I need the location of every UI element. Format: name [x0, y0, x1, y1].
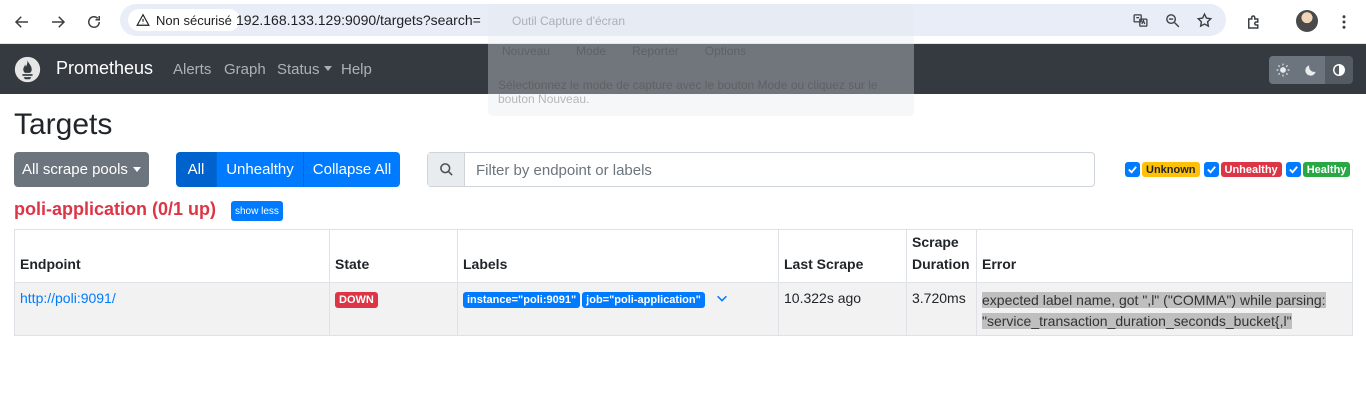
col-scrape-duration: Scrape Duration — [906, 229, 977, 283]
arrow-right-icon — [52, 16, 66, 28]
healthy-badge: Healthy — [1302, 162, 1351, 177]
overlay-title: Outil Capture d'écran — [512, 14, 626, 28]
unhealthy-badge: Unhealthy — [1220, 162, 1282, 177]
show-less-button[interactable]: show less — [231, 201, 283, 221]
error-text-line2: "service_transaction_duration_seconds_bu… — [982, 313, 1292, 329]
page-title: Targets — [14, 108, 113, 141]
caret-down-icon — [323, 66, 332, 71]
error-cell: expected label name, got ",l" ("COMMA") … — [976, 282, 1353, 336]
col-last-scrape: Last Scrape — [778, 229, 907, 283]
endpoint-cell: http://poli:9091/ — [14, 282, 330, 336]
theme-dark-button[interactable] — [1297, 56, 1325, 84]
label-badge-job: job="poli-application" — [582, 292, 705, 308]
overlay-tool-options: Options — [704, 44, 747, 58]
menu-button[interactable] — [1330, 8, 1358, 36]
nav-status-label: Status — [277, 61, 320, 78]
col-endpoint: Endpoint — [14, 229, 330, 283]
contrast-icon — [1333, 64, 1345, 76]
col-state: State — [329, 229, 458, 283]
nav-graph[interactable]: Graph — [224, 61, 266, 78]
targets-table: Endpoint State Labels Last Scrape Scrape… — [14, 229, 1353, 336]
search-addon — [428, 153, 465, 186]
forward-button[interactable] — [44, 8, 72, 36]
check-icon — [1206, 166, 1216, 174]
chevron-down-icon[interactable] — [715, 291, 729, 308]
scrape-pools-label: All scrape pools — [22, 161, 128, 178]
arrow-left-icon — [14, 16, 28, 28]
capture-tool-overlay: Outil Capture d'écran Nouveau Mode Repor… — [488, 4, 914, 116]
overlay-toolbar: Nouveau Mode Reporter Options — [502, 44, 746, 58]
reload-icon — [88, 16, 100, 28]
brand-title[interactable]: Prometheus — [56, 58, 153, 79]
extensions-button[interactable] — [1240, 8, 1268, 36]
target-filter-group: All Unhealthy Collapse All — [176, 152, 400, 187]
unknown-badge: Unknown — [1142, 162, 1200, 177]
table-header-row: Endpoint State Labels Last Scrape Scrape… — [14, 229, 1353, 283]
col-scrape-duration-line1: Scrape — [912, 234, 959, 250]
moon-icon — [1305, 65, 1316, 76]
labels-cell: instance="poli:9091" job="poli-applicatio… — [457, 282, 779, 336]
security-chip[interactable]: Non sécurisé — [128, 9, 240, 31]
warning-icon — [136, 13, 150, 26]
theme-toggle-group — [1269, 56, 1353, 84]
translate-button[interactable] — [1130, 10, 1150, 30]
overlay-tool-new: Nouveau — [502, 44, 551, 58]
caret-down-icon — [132, 167, 141, 172]
zoom-button[interactable] — [1162, 10, 1182, 30]
state-badge: DOWN — [335, 292, 378, 308]
error-text-line1: expected label name, got ",l" ("COMMA") … — [982, 292, 1326, 308]
pool-title[interactable]: poli-application (0/1 up) — [14, 199, 216, 220]
label-badge-instance: instance="poli:9091" — [463, 292, 581, 308]
unhealthy-checkbox[interactable] — [1203, 162, 1219, 177]
overlay-hint: Sélectionnez le mode de capture avec le … — [498, 78, 878, 106]
security-label: Non sécurisé — [156, 12, 232, 28]
scrape-duration-cell: 3.720ms — [906, 282, 977, 336]
overlay-tool-mode: Mode — [576, 44, 607, 58]
scrape-pools-dropdown[interactable]: All scrape pools — [14, 152, 149, 187]
endpoint-link[interactable]: http://poli:9091/ — [20, 290, 116, 306]
back-button[interactable] — [8, 8, 36, 36]
more-vertical-icon — [1342, 15, 1346, 29]
profile-avatar[interactable] — [1296, 10, 1318, 32]
search-input[interactable]: Filter by endpoint or labels — [476, 162, 652, 179]
health-filter-group: Unknown Unhealthy Healthy — [1125, 162, 1352, 177]
puzzle-icon — [1248, 15, 1259, 29]
sun-icon — [1276, 63, 1290, 77]
theme-light-button[interactable] — [1269, 56, 1297, 84]
reload-button[interactable] — [80, 8, 108, 36]
healthy-checkbox[interactable] — [1285, 162, 1301, 177]
state-cell: DOWN — [329, 282, 458, 336]
search-field: Filter by endpoint or labels — [427, 152, 1095, 187]
nav-status[interactable]: Status — [277, 61, 332, 78]
collapse-all-button[interactable]: Collapse All — [303, 152, 400, 187]
filter-unhealthy-button[interactable]: Unhealthy — [216, 152, 303, 187]
filter-all-button[interactable]: All — [176, 152, 216, 187]
overlay-tool-delay: Reporter — [632, 44, 679, 58]
translate-icon — [1132, 13, 1148, 27]
check-icon — [1288, 166, 1298, 174]
col-scrape-duration-line2: Duration — [912, 256, 970, 272]
prometheus-logo-icon[interactable] — [14, 56, 41, 83]
search-icon — [439, 163, 453, 176]
nav-alerts[interactable]: Alerts — [173, 61, 211, 78]
nav-help[interactable]: Help — [341, 61, 372, 78]
star-icon — [1196, 11, 1212, 27]
col-labels: Labels — [457, 229, 779, 283]
table-row: http://poli:9091/ DOWN instance="poli:90… — [14, 282, 1353, 336]
unknown-checkbox[interactable] — [1125, 162, 1140, 177]
check-icon — [1128, 166, 1137, 174]
bookmark-button[interactable] — [1194, 10, 1214, 30]
theme-auto-button[interactable] — [1325, 56, 1353, 84]
last-scrape-cell: 10.322s ago — [778, 282, 907, 336]
url-text[interactable]: 192.168.133.129:9090/targets?search= — [236, 12, 481, 28]
zoom-icon — [1165, 13, 1179, 27]
col-error: Error — [976, 229, 1353, 283]
